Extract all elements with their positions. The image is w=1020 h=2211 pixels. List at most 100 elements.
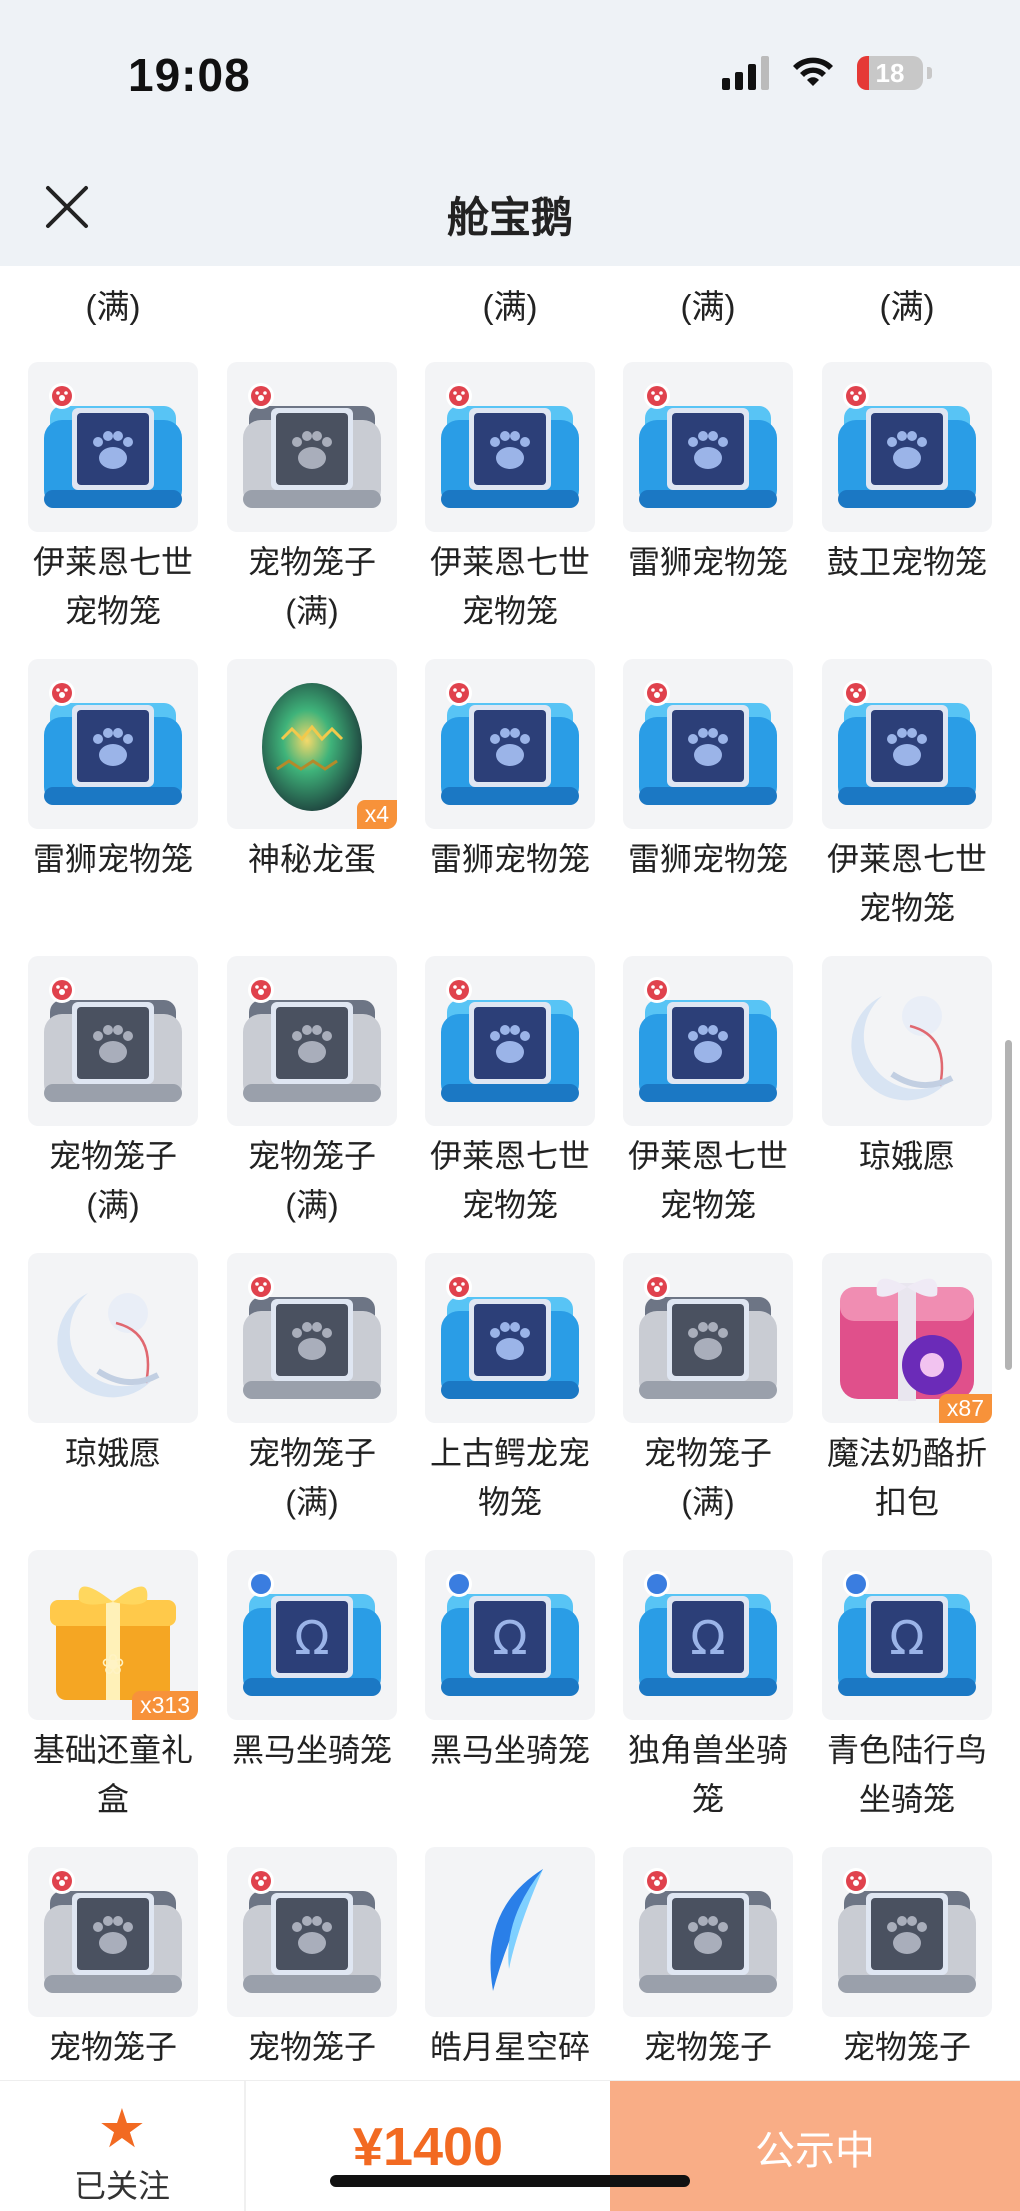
item-label-line1: 伊莱恩七世 — [627, 1138, 788, 1174]
public-status-button[interactable]: 公示中 — [610, 2081, 1020, 2211]
item-label: 鼓卫宠物笼 — [808, 538, 1006, 587]
item-label-line1: 青色陆行鸟 — [826, 1732, 987, 1768]
mount-icon: Ω — [227, 1550, 397, 1720]
item-label-line2: 宠物笼 — [461, 593, 558, 629]
item-label: 宠物笼子 (满) — [609, 1429, 807, 1527]
item-label: 皓月星空碎 — [411, 2023, 609, 2072]
cage-blue-icon — [425, 956, 595, 1126]
item-label: 宠物笼子 — [14, 2023, 212, 2072]
mount-icon: Ω — [425, 1550, 595, 1720]
egg-icon: x4 — [227, 659, 397, 829]
item-label-line1: 魔法奶酪折 — [826, 1435, 987, 1471]
item-label: 雷狮宠物笼 — [609, 835, 807, 884]
item-label-line2: 盒 — [96, 1781, 129, 1817]
page-title: 舱宝鹅 — [446, 194, 573, 241]
wifi-icon — [793, 57, 833, 86]
bottom-bar: ★ 已关注 ¥1400 公示中 — [0, 2080, 1020, 2211]
cage-gray-icon — [28, 956, 198, 1126]
item-label-line1: 雷狮宠物笼 — [32, 841, 193, 877]
item-label: 宠物笼子 (满) — [14, 1132, 212, 1230]
item-label-line1: 宠物笼子 — [842, 2029, 971, 2065]
item-label-line1: 宠物笼子 — [643, 1435, 772, 1471]
item-label-line1: 宠物笼子 — [247, 2029, 376, 2065]
quantity-badge: x313 — [132, 1691, 198, 1720]
item-label: 青色陆行鸟 坐骑笼 — [808, 1726, 1006, 1824]
item-label-line2: 宠物笼 — [64, 593, 161, 629]
cage-gray-icon — [227, 1253, 397, 1423]
cage-gray-icon — [28, 1847, 198, 2017]
item-label: 伊莱恩七世 宠物笼 — [14, 538, 212, 636]
item-label-line1: 宠物笼子 — [643, 2029, 772, 2065]
item-label-line1: 神秘龙蛋 — [247, 841, 376, 877]
item-label-line1: 宠物笼子 — [247, 1435, 376, 1471]
item-label-line1: 宠物笼子 — [247, 544, 376, 580]
cage-blue-icon — [822, 659, 992, 829]
cage-gray-icon — [822, 1847, 992, 2017]
item-label-line1: 基础还童礼 — [32, 1732, 193, 1768]
item-label-line2: (满) — [285, 1484, 339, 1520]
cage-blue-icon — [822, 362, 992, 532]
moon-icon — [822, 956, 992, 1126]
partial-item-label: (满) — [879, 288, 935, 325]
item-label-line1: 鼓卫宠物笼 — [826, 544, 987, 580]
follow-button[interactable]: ★ 已关注 — [0, 2081, 244, 2211]
follow-label: 已关注 — [73, 2168, 170, 2204]
item-label-line1: 伊莱恩七世 — [826, 841, 987, 877]
item-label: 琼娥愿 — [14, 1429, 212, 1478]
item-label-line2: (满) — [285, 593, 339, 629]
top-bar: 19:08 18 舱宝鹅 — [0, 0, 1020, 266]
cage-gray-icon — [227, 1847, 397, 2017]
item-label-line2: 宠物笼 — [461, 1187, 558, 1223]
cage-gray-icon — [227, 956, 397, 1126]
giftpink-icon: x87 — [822, 1253, 992, 1423]
item-label: 基础还童礼盒 — [14, 1726, 212, 1824]
item-label-line2: (满) — [86, 1187, 140, 1223]
item-label: 琼娥愿 — [808, 1132, 1006, 1181]
item-label: 雷狮宠物笼 — [609, 538, 807, 587]
cage-gray-icon — [227, 362, 397, 532]
item-label-line1: 伊莱恩七世 — [429, 544, 590, 580]
svg-text:Ω: Ω — [492, 1611, 527, 1665]
cage-blue-icon — [425, 362, 595, 532]
item-label-line1: 黑马坐骑笼 — [429, 1732, 590, 1768]
cage-blue-icon — [623, 956, 793, 1126]
item-label: 宠物笼子 — [213, 2023, 411, 2072]
price: ¥1400 — [352, 2116, 504, 2177]
item-label-line1: 雷狮宠物笼 — [429, 841, 590, 877]
cage-gray-icon — [623, 1253, 793, 1423]
cage-blue-icon — [425, 659, 595, 829]
svg-text:Ω: Ω — [294, 1611, 329, 1665]
item-label-line2: (满) — [285, 1187, 339, 1223]
item-label: 伊莱恩七世 宠物笼 — [411, 538, 609, 636]
item-label: 上古鳄龙宠 物笼 — [411, 1429, 609, 1527]
item-label: 独角兽坐骑笼 — [609, 1726, 807, 1824]
item-label-line2: 坐骑笼 — [858, 1781, 955, 1817]
item-label: 宠物笼子 — [808, 2023, 1006, 2072]
item-label-line2: 宠物笼 — [858, 890, 955, 926]
item-label-line2: (满) — [681, 1484, 735, 1520]
mount-icon: Ω — [623, 1550, 793, 1720]
svg-text:Ω: Ω — [690, 1611, 725, 1665]
item-label-line2: 笼 — [691, 1781, 724, 1817]
quantity-badge: x87 — [938, 1394, 992, 1423]
item-label: 黑马坐骑笼 — [213, 1726, 411, 1775]
item-label: 伊莱恩七世 宠物笼 — [609, 1132, 807, 1230]
cage-blue-icon — [425, 1253, 595, 1423]
item-label-line1: 独角兽坐骑 — [627, 1732, 788, 1768]
shard-icon — [425, 1847, 595, 2017]
item-label-line1: 上古鳄龙宠 — [429, 1435, 590, 1471]
cage-blue-icon — [623, 362, 793, 532]
status-time: 19:08 — [128, 49, 251, 101]
item-label: 雷狮宠物笼 — [411, 835, 609, 884]
scrollbar[interactable] — [1005, 1040, 1012, 1370]
item-label: 魔法奶酪折 扣包 — [808, 1429, 1006, 1527]
svg-text:Ω: Ω — [889, 1611, 924, 1665]
item-label-line2: 物笼 — [477, 1484, 542, 1520]
item-label-line1: 琼娥愿 — [64, 1435, 161, 1471]
item-label-line1: 雷狮宠物笼 — [627, 544, 788, 580]
item-label: 神秘龙蛋 — [213, 835, 411, 884]
item-label: 伊莱恩七世 宠物笼 — [808, 835, 1006, 933]
battery-icon: 18 — [857, 56, 923, 90]
item-label-line1: 黑马坐骑笼 — [231, 1732, 392, 1768]
partial-item-label: (满) — [85, 288, 141, 325]
